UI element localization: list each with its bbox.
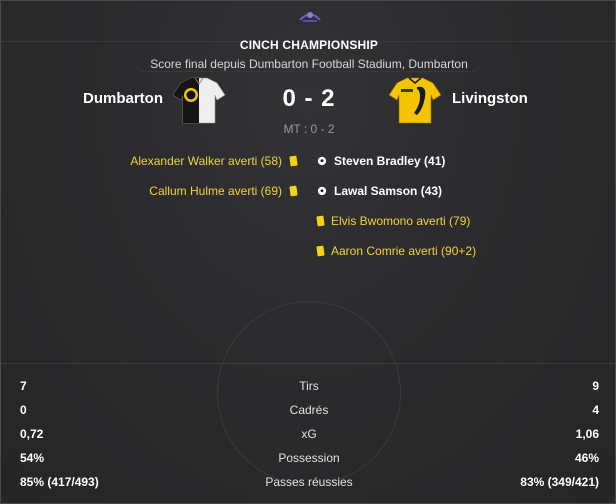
pitch-line [141,71,475,72]
football-icon [317,186,327,196]
stat-row-shots: 7 Tirs 9 [1,375,616,399]
match-summary-panel: CINCH CHAMPIONSHIP Score final depuis Du… [0,0,616,504]
stat-label: Tirs [299,379,319,393]
yellow-card-icon [316,245,325,257]
event-text: Elvis Bwomono averti (79) [331,214,471,228]
stat-row-passes: 85% (417/493) Passes réussies 83% (349/4… [1,471,616,495]
event-text: Alexander Walker averti (58) [130,154,282,168]
away-stat-value: 83% (349/421) [520,475,599,489]
home-event-item[interactable]: Alexander Walker averti (58) [130,154,298,168]
football-icon [317,156,327,166]
event-text: Aaron Comrie averti (90+2) [331,244,477,258]
away-event-item[interactable]: Steven Bradley (41) [317,154,445,168]
away-stat-value: 1,06 [575,427,599,441]
stat-label: Cadrés [289,403,329,417]
section-divider [1,363,615,364]
away-event-item[interactable]: Elvis Bwomono averti (79) [316,214,471,228]
event-text: Lawal Samson (43) [334,184,443,198]
venue-text: Score final depuis Dumbarton Football St… [150,57,468,71]
away-kit-icon[interactable] [387,75,443,125]
away-stat-value: 46% [574,451,599,465]
stat-row-possession: 54% Possession 46% [1,447,616,471]
match-stats: 7 Tirs 9 0 Cadrés 4 0,72 xG 1,06 54% Pos… [1,375,616,495]
away-team-name[interactable]: Livingston [452,90,528,107]
away-stat-value: 9 [592,379,599,393]
competition-logo-icon [299,12,321,22]
competition-title: CINCH CHAMPIONSHIP [239,38,379,52]
yellow-card-icon [289,155,298,167]
halftime-score: MT : 0 - 2 [283,122,335,136]
stat-label: xG [301,427,317,441]
away-event-item[interactable]: Lawal Samson (43) [317,184,442,198]
yellow-card-icon [289,185,298,197]
stat-label: Possession [278,451,340,465]
home-event-item[interactable]: Callum Hulme averti (69) [149,184,298,198]
event-text: Steven Bradley (41) [334,154,446,168]
away-stat-value: 4 [592,403,599,417]
yellow-card-icon [316,215,325,227]
event-text: Callum Hulme averti (69) [149,184,282,198]
away-event-item[interactable]: Aaron Comrie averti (90+2) [316,244,477,258]
stat-row-on-target: 0 Cadrés 4 [1,399,616,423]
stat-row-xg: 0,72 xG 1,06 [1,423,616,447]
